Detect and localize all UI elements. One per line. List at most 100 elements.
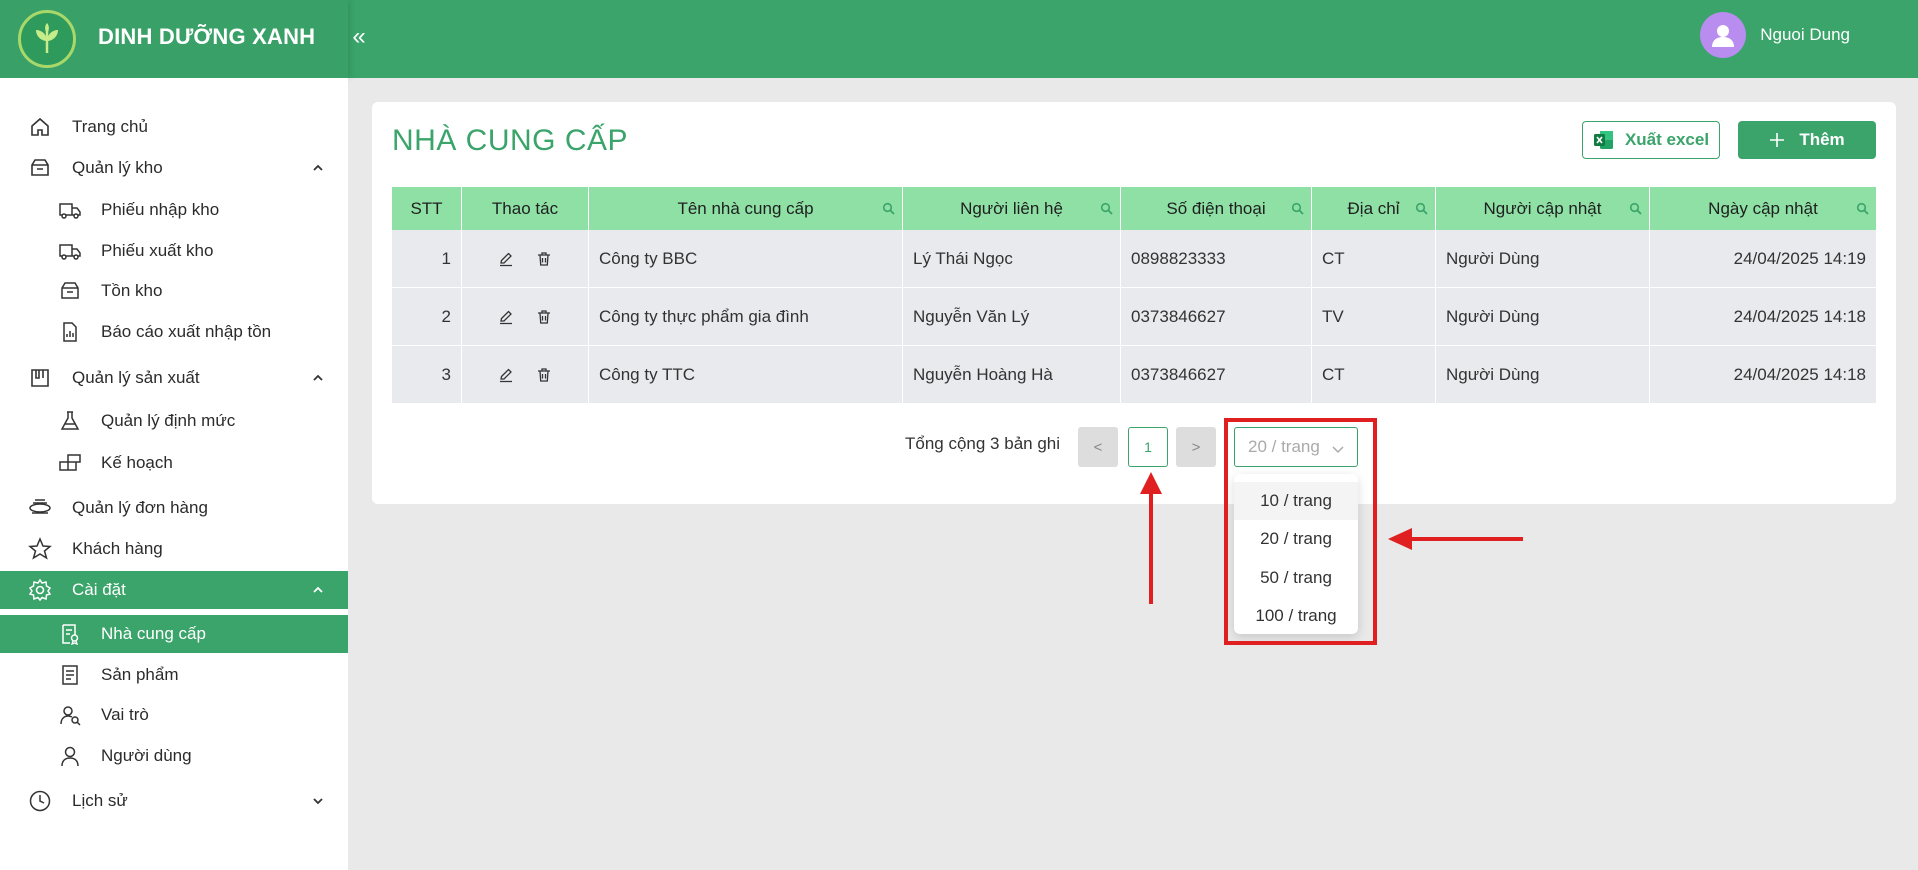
supplier-icon — [58, 622, 82, 646]
search-icon[interactable] — [1415, 201, 1429, 215]
pagination-total: Tổng cộng 3 bản ghi — [905, 434, 1061, 453]
sidebar-item-stock-out[interactable]: Phiếu xuất kho — [0, 232, 348, 270]
truck-in-icon — [58, 198, 82, 222]
column-label: Số điện thoại — [1166, 198, 1266, 218]
cell-supplier-name: Công ty TTC — [589, 346, 903, 404]
column-updated-at: Ngày cập nhật — [1650, 187, 1876, 230]
cell-updated-by: Người Dùng — [1436, 230, 1650, 288]
sidebar-item-roles[interactable]: Vai trò — [0, 696, 348, 734]
chevron-up-icon — [310, 160, 326, 176]
cell-supplier-name: Công ty thực phẩm gia đình — [589, 288, 903, 346]
search-icon[interactable] — [1100, 201, 1114, 215]
sidebar-item-inventory[interactable]: Tồn kho — [0, 272, 348, 310]
search-icon[interactable] — [882, 201, 896, 215]
page-size-option-20[interactable]: 20 / trang — [1234, 520, 1358, 558]
delete-icon[interactable] — [532, 363, 556, 387]
sidebar-item-report[interactable]: Báo cáo xuất nhập tồn — [0, 313, 348, 351]
truck-out-icon — [58, 239, 82, 263]
page-size-dropdown: 10 / trang 20 / trang 50 / trang 100 / t… — [1234, 474, 1358, 634]
sidebar-item-label: Người dùng — [101, 746, 192, 765]
column-contact: Người liên hệ — [903, 187, 1121, 230]
sidebar-item-warehouse[interactable]: Quản lý kho — [0, 149, 348, 187]
cell-phone: 0373846627 — [1121, 288, 1312, 346]
sidebar-item-customers[interactable]: Khách hàng — [0, 530, 348, 568]
page-size-select[interactable]: 20 / trang — [1234, 427, 1358, 467]
sidebar-item-label: Khách hàng — [72, 539, 163, 558]
collapse-sidebar-icon[interactable]: « — [348, 22, 370, 52]
sidebar-item-label: Quản lý đơn hàng — [72, 498, 208, 517]
sidebar-item-history[interactable]: Lịch sử — [0, 782, 348, 820]
cell-stt: 3 — [392, 346, 462, 404]
page-1-button[interactable]: 1 — [1128, 427, 1168, 467]
sidebar-item-settings[interactable]: Cài đặt — [0, 571, 348, 609]
top-header: DINH DƯỠNG XANH « Nguoi Dung — [0, 0, 1918, 78]
add-button[interactable]: Thêm — [1738, 121, 1876, 159]
search-icon[interactable] — [1291, 201, 1305, 215]
sidebar-item-label: Quản lý kho — [72, 158, 163, 177]
factory-icon — [28, 366, 52, 390]
brand-area: DINH DƯỠNG XANH — [0, 0, 348, 78]
supplier-card: NHÀ CUNG CẤP Xuất excel Thêm STT Thao tá… — [372, 102, 1896, 634]
sidebar-item-label: Quản lý định mức — [101, 411, 236, 430]
sidebar-item-products[interactable]: Sản phẩm — [0, 656, 348, 694]
cell-updated-at: 24/04/2025 14:18 — [1733, 307, 1866, 326]
table-row: 1 Công ty BBC Lý Thái Ngọc 0898823333 CT… — [392, 230, 1876, 288]
star-icon — [28, 537, 52, 561]
cell-updated-by: Người Dùng — [1436, 288, 1650, 346]
edit-icon[interactable] — [494, 305, 518, 329]
sidebar-item-label: Kế hoạch — [101, 453, 173, 472]
next-page-button[interactable]: > — [1176, 427, 1216, 467]
brand-name: DINH DƯỠNG XANH — [98, 24, 316, 49]
gear-icon — [28, 578, 52, 602]
sidebar-item-label: Vai trò — [101, 705, 149, 724]
page-size-value: 20 / trang — [1248, 437, 1320, 456]
user-menu[interactable]: Nguoi Dung — [1700, 12, 1850, 58]
cell-address: CT — [1312, 346, 1436, 404]
blocks-icon — [58, 451, 82, 475]
edit-icon[interactable] — [494, 247, 518, 271]
sidebar-item-orders[interactable]: Quản lý đơn hàng — [0, 489, 348, 527]
column-phone: Số điện thoại — [1121, 187, 1312, 230]
plus-icon — [1769, 132, 1785, 148]
sidebar-item-norms[interactable]: Quản lý định mức — [0, 402, 348, 440]
sidebar: Trang chủ Quản lý kho Phiếu nhập kho Phi… — [0, 78, 348, 870]
column-updated-by: Người cập nhật — [1436, 187, 1650, 230]
export-label: Xuất excel — [1624, 130, 1710, 149]
sidebar-item-production[interactable]: Quản lý sản xuất — [0, 359, 348, 397]
search-icon[interactable] — [1629, 201, 1643, 215]
search-icon[interactable] — [1856, 201, 1870, 215]
sidebar-item-users[interactable]: Người dùng — [0, 737, 348, 775]
cell-updated-by: Người Dùng — [1436, 346, 1650, 404]
chevron-up-icon — [310, 582, 326, 598]
home-icon — [28, 115, 52, 139]
chevron-left-icon: < — [1093, 438, 1103, 456]
excel-icon — [1593, 129, 1615, 151]
column-label: Tên nhà cung cấp — [677, 198, 814, 218]
cell-address: CT — [1312, 230, 1436, 288]
export-excel-button[interactable]: Xuất excel — [1582, 121, 1720, 159]
order-icon — [28, 496, 52, 520]
prev-page-button[interactable]: < — [1078, 427, 1118, 467]
user-icon — [58, 744, 82, 768]
sidebar-item-plan[interactable]: Kế hoạch — [0, 444, 348, 482]
page-size-option-50[interactable]: 50 / trang — [1234, 559, 1358, 597]
delete-icon[interactable] — [532, 305, 556, 329]
box-icon — [28, 156, 52, 180]
cell-contact: Nguyễn Văn Lý — [903, 288, 1121, 346]
delete-icon[interactable] — [532, 247, 556, 271]
avatar-icon — [1700, 12, 1747, 58]
add-label: Thêm — [1799, 130, 1845, 149]
table-row: 2 Công ty thực phẩm gia đình Nguyễn Văn … — [392, 288, 1876, 346]
column-supplier-name: Tên nhà cung cấp — [589, 187, 903, 230]
chevron-right-icon: > — [1191, 438, 1201, 456]
cell-actions — [462, 288, 589, 346]
edit-icon[interactable] — [494, 363, 518, 387]
page-size-option-100[interactable]: 100 / trang — [1234, 597, 1358, 635]
chevron-up-icon — [310, 370, 326, 386]
page-size-option-10[interactable]: 10 / trang — [1234, 482, 1358, 520]
sidebar-item-label: Báo cáo xuất nhập tồn — [101, 322, 272, 341]
sidebar-item-home[interactable]: Trang chủ — [0, 108, 348, 146]
sidebar-item-suppliers[interactable]: Nhà cung cấp — [0, 615, 348, 653]
history-icon — [28, 789, 52, 813]
sidebar-item-stock-in[interactable]: Phiếu nhập kho — [0, 191, 348, 229]
